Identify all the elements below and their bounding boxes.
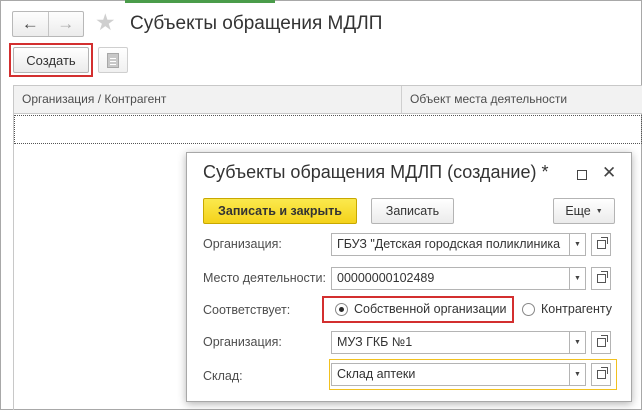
warehouse-label: Склад: [203, 369, 243, 383]
warehouse-dropdown-button[interactable]: ▼ [569, 363, 586, 386]
document-icon [107, 52, 119, 68]
chevron-down-icon: ▼ [595, 207, 603, 215]
organization2-open-button[interactable] [591, 331, 611, 354]
warehouse-open-button[interactable] [591, 363, 611, 386]
organization2-dropdown-button[interactable]: ▼ [569, 331, 586, 354]
dialog-title: Субъекты обращения МДЛП (создание) * [203, 162, 549, 182]
open-link-icon [596, 237, 608, 249]
radio-counterparty[interactable] [522, 303, 535, 316]
place-dropdown-button[interactable]: ▼ [569, 267, 586, 290]
active-tab-indicator [125, 0, 275, 3]
organization-open-button[interactable] [591, 233, 611, 256]
maximize-icon[interactable] [577, 170, 587, 180]
organization-dropdown-button[interactable]: ▼ [569, 233, 586, 256]
organization-label: Организация: [203, 237, 282, 251]
organization2-label: Организация: [203, 335, 282, 349]
chevron-down-icon: ▼ [574, 339, 581, 346]
chevron-down-icon: ▼ [574, 371, 581, 378]
list-header: Организация / Контрагент Объект места де… [14, 85, 642, 114]
page-title: Субъекты обращения МДЛП [130, 13, 383, 34]
save-button[interactable]: Записать [371, 198, 454, 224]
radio-own-organization[interactable] [335, 303, 348, 316]
open-link-icon [596, 335, 608, 347]
chevron-down-icon: ▼ [574, 275, 581, 282]
corresponds-label: Соответствует: [203, 303, 291, 317]
more-label: Еще [565, 204, 591, 218]
radio-counterparty-label[interactable]: Контрагенту [541, 302, 612, 316]
create-dialog: Субъекты обращения МДЛП (создание) * ✕ З… [186, 152, 632, 402]
place-label: Место деятельности: [203, 271, 326, 285]
chevron-down-icon: ▼ [574, 241, 581, 248]
radio-own-label[interactable]: Собственной организации [354, 302, 506, 316]
favorite-star-icon[interactable]: ★ [95, 10, 116, 34]
column-object[interactable]: Объект места деятельности [402, 86, 642, 113]
copy-button[interactable] [98, 47, 128, 73]
more-button[interactable]: Еще ▼ [553, 198, 615, 224]
column-organization[interactable]: Организация / Контрагент [14, 86, 402, 113]
organization-field[interactable]: ГБУЗ "Детская городская поликлиника [331, 233, 571, 256]
place-open-button[interactable] [591, 267, 611, 290]
open-link-icon [596, 367, 608, 379]
forward-button[interactable]: → [47, 12, 84, 36]
organization2-field[interactable]: МУЗ ГКБ №1 [331, 331, 571, 354]
nav-buttons: ← → [12, 11, 84, 37]
open-link-icon [596, 271, 608, 283]
create-button[interactable]: Создать [13, 47, 89, 73]
list-row[interactable] [14, 115, 642, 144]
place-field[interactable]: 00000000102489 [331, 267, 571, 290]
save-and-close-button[interactable]: Записать и закрыть [203, 198, 357, 224]
back-button[interactable]: ← [13, 12, 48, 36]
warehouse-field[interactable]: Склад аптеки [331, 363, 571, 386]
close-icon[interactable]: ✕ [602, 162, 616, 184]
